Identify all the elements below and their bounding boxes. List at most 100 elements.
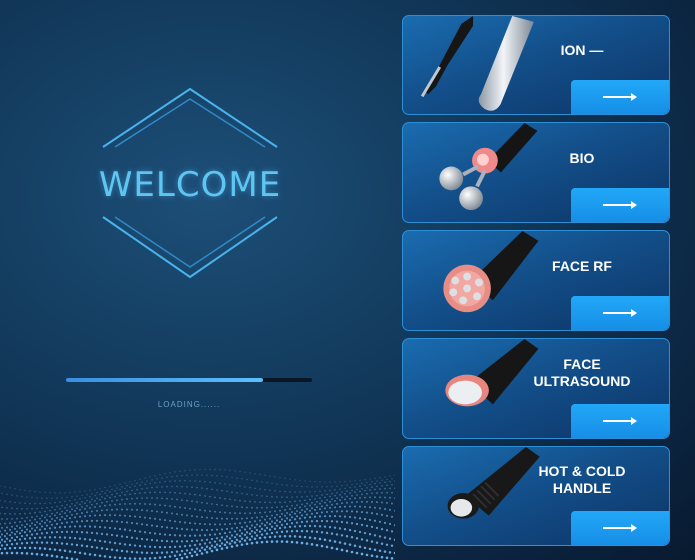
wave-particle <box>173 554 177 558</box>
wave-particle <box>384 481 386 483</box>
wave-particle <box>125 521 129 524</box>
wave-particle <box>201 474 203 476</box>
wave-particle <box>310 530 314 533</box>
wave-particle <box>335 533 339 536</box>
handle-card-face-ultrasound[interactable]: FACE ULTRASOUND <box>402 338 670 439</box>
wave-particle <box>64 512 66 514</box>
wave-particle <box>283 535 287 538</box>
wave-particle <box>35 541 39 544</box>
wave-particle <box>68 517 72 520</box>
wave-particle <box>184 507 186 509</box>
wave-particle <box>139 478 141 480</box>
face-rf-arrow-button[interactable] <box>571 296 669 330</box>
wave-particle <box>128 543 132 547</box>
hot-cold-arrow-button[interactable] <box>571 511 669 545</box>
wave-particle <box>131 497 133 500</box>
wave-particle <box>385 514 389 517</box>
wave-particle <box>111 508 113 511</box>
wave-particle <box>384 476 386 478</box>
wave-particle <box>261 506 263 509</box>
wave-particle <box>185 549 189 552</box>
wave-particle <box>205 545 209 549</box>
wave-particle <box>226 490 228 493</box>
wave-particle <box>190 554 194 558</box>
wave-particle <box>180 540 184 543</box>
wave-particle <box>265 540 269 544</box>
wave-particle <box>354 491 356 494</box>
wave-particle <box>54 508 56 511</box>
wave-particle <box>148 545 152 548</box>
wave-particle <box>154 491 156 494</box>
wave-particle <box>273 527 277 531</box>
wave-particle <box>333 526 337 529</box>
wave-particle <box>171 498 173 500</box>
wave-particle <box>305 520 309 523</box>
wave-particle <box>390 515 394 518</box>
wave-particle <box>286 505 288 508</box>
wave-particle <box>70 520 74 524</box>
wave-particle <box>314 480 316 483</box>
wave-particle <box>118 542 122 545</box>
wave-particle <box>341 496 343 499</box>
handle-card-face-rf[interactable]: FACE RF <box>402 230 670 331</box>
wave-particle <box>49 502 51 504</box>
wave-particle <box>0 499 1 502</box>
wave-particle <box>129 486 131 489</box>
wave-particle <box>46 506 48 509</box>
handle-card-bio[interactable]: BIO <box>402 122 670 223</box>
wave-particle <box>293 512 297 515</box>
wave-particle <box>190 548 194 551</box>
wave-particle <box>308 536 312 539</box>
wave-particle <box>69 505 71 508</box>
wave-particle <box>178 545 182 548</box>
wave-particle <box>129 493 131 496</box>
wave-particle <box>163 546 167 549</box>
wave-particle <box>61 497 63 499</box>
wave-particle <box>13 538 17 542</box>
wave-particle <box>219 497 221 499</box>
wave-particle <box>218 544 222 548</box>
wave-particle <box>313 515 317 518</box>
wave-particle <box>228 522 232 526</box>
wave-particle <box>364 489 366 492</box>
handle-card-hot-cold[interactable]: HOT & COLD HANDLE <box>402 446 670 546</box>
wave-particle <box>178 521 182 524</box>
wave-particle <box>200 552 204 555</box>
bio-arrow-button[interactable] <box>571 188 669 222</box>
wave-particle <box>36 521 38 524</box>
wave-particle <box>163 533 167 536</box>
wave-particle <box>31 522 33 525</box>
wave-particle <box>128 557 132 560</box>
wave-particle <box>88 514 92 517</box>
wave-particle <box>53 519 57 522</box>
face-ultrasound-arrow-button[interactable] <box>571 404 669 438</box>
handle-card-ion[interactable]: ION — <box>402 15 670 115</box>
wave-particle <box>163 519 167 522</box>
wave-particle <box>314 503 316 506</box>
ion-arrow-button[interactable] <box>571 80 669 114</box>
wave-particle <box>345 549 349 553</box>
wave-particle <box>356 488 358 491</box>
wave-particle <box>273 535 277 538</box>
wave-particle <box>216 503 218 506</box>
wave-particle <box>269 475 271 477</box>
wave-particle <box>105 519 109 523</box>
wave-particle <box>285 530 289 533</box>
wave-particle <box>80 520 84 523</box>
wave-particle <box>223 531 227 535</box>
wave-particle <box>76 512 78 515</box>
wave-particle <box>184 492 186 495</box>
wave-particle <box>40 525 44 528</box>
wave-particle <box>308 524 312 528</box>
wave-particle <box>376 501 378 504</box>
wave-particle <box>331 492 333 495</box>
wave-particle <box>74 491 76 493</box>
wave-particle <box>126 490 128 493</box>
wave-particle <box>239 485 241 487</box>
wave-particle <box>143 545 147 548</box>
wave-particle <box>166 476 168 479</box>
wave-particle <box>86 504 88 507</box>
wave-particle <box>369 496 371 499</box>
wave-particle <box>384 496 386 499</box>
wave-particle <box>50 531 54 534</box>
